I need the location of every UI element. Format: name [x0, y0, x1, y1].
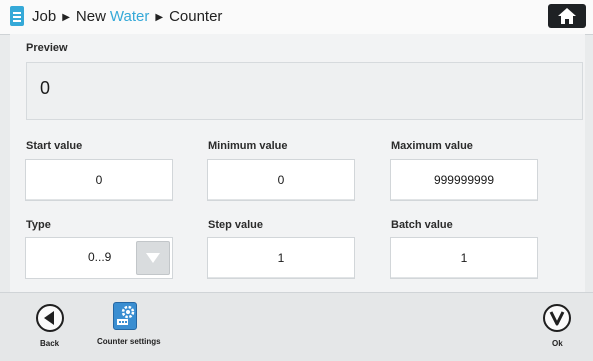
- counter-settings-label: Counter settings: [97, 337, 161, 346]
- breadcrumb-water[interactable]: Water: [110, 8, 149, 25]
- maximum-value-input[interactable]: 999999999: [390, 159, 538, 201]
- minimum-value-label: Minimum value: [208, 140, 288, 152]
- type-label: Type: [26, 219, 51, 231]
- preview-box: [26, 62, 583, 120]
- type-dropdown-button[interactable]: [136, 241, 170, 275]
- back-label: Back: [40, 339, 60, 348]
- breadcrumb-separator-icon: ▶: [155, 12, 164, 23]
- step-value-input[interactable]: 1: [207, 237, 355, 279]
- footer-bar: [0, 292, 593, 361]
- back-button[interactable]: [36, 304, 64, 332]
- chevron-down-icon: [146, 253, 160, 263]
- batch-value-label: Batch value: [391, 219, 453, 231]
- back-arrow-icon: [44, 311, 54, 325]
- header-bar: Job ▶ New Water ▶ Counter: [0, 0, 593, 35]
- document-icon: [10, 6, 24, 26]
- preview-label: Preview: [26, 42, 68, 54]
- breadcrumb: Job ▶ New Water ▶ Counter: [32, 8, 226, 25]
- preview-value: 0: [40, 78, 51, 98]
- type-select[interactable]: 0...9: [25, 237, 173, 279]
- counter-settings-button[interactable]: [113, 302, 137, 330]
- breadcrumb-new[interactable]: New: [76, 8, 106, 25]
- checkmark-icon: [549, 311, 565, 326]
- breadcrumb-counter: Counter: [169, 8, 223, 25]
- step-value-label: Step value: [208, 219, 264, 231]
- breadcrumb-job[interactable]: Job: [32, 8, 56, 25]
- breadcrumb-separator-icon: ▶: [62, 12, 70, 23]
- minimum-value-input[interactable]: 0: [207, 159, 355, 201]
- home-icon: [558, 8, 576, 24]
- ok-label: Ok: [552, 339, 563, 348]
- batch-value-input[interactable]: 1: [390, 237, 538, 279]
- ok-button[interactable]: [543, 304, 571, 332]
- maximum-value-label: Maximum value: [391, 140, 473, 152]
- type-value: 0...9: [88, 250, 112, 264]
- counter-screen: Job ▶ New Water ▶ Counter Preview 0 Start val…: [0, 0, 593, 361]
- gear-icon: [117, 305, 135, 325]
- start-value-label: Start value: [26, 140, 83, 152]
- start-value-input[interactable]: 0: [25, 159, 173, 201]
- home-button[interactable]: [548, 4, 586, 28]
